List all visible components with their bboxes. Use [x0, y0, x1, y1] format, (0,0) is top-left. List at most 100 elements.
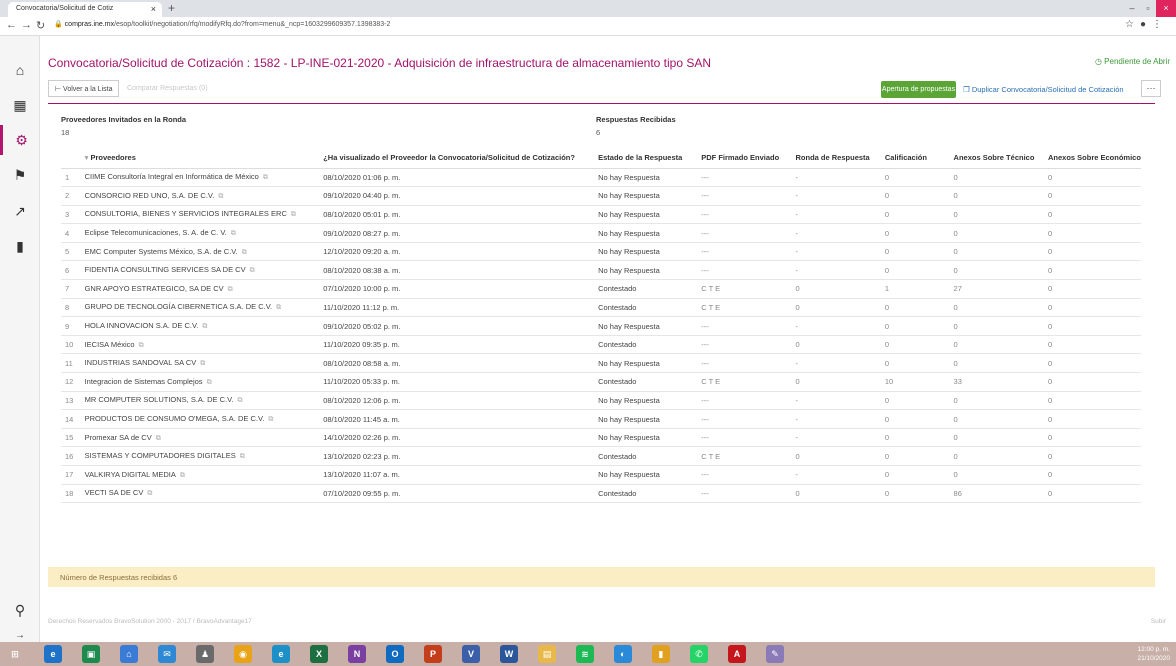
- supplier-name[interactable]: GRUPO DE TECNOLOGÍA CIBERNETICA S.A. DE …: [80, 298, 320, 318]
- external-link-icon[interactable]: ⧉: [263, 174, 268, 181]
- maximize-icon[interactable]: ▫: [1140, 0, 1156, 17]
- system-clock[interactable]: 12:00 p. m. 21/10/2020: [1137, 645, 1170, 663]
- window-close-icon[interactable]: ×: [1156, 0, 1176, 17]
- external-link-icon[interactable]: ⧉: [218, 193, 223, 200]
- profile-icon[interactable]: ●: [1140, 19, 1152, 30]
- supplier-name[interactable]: CIIME Consultoría Integral en Informátic…: [80, 168, 320, 188]
- supplier-name[interactable]: MR COMPUTER SOLUTIONS, S.A. DE C.V. ⧉: [80, 391, 320, 411]
- supplier-name[interactable]: FIDENTIA CONSULTING SERVICES SA DE CV ⧉: [80, 260, 320, 281]
- external-link-icon[interactable]: ⧉: [200, 360, 205, 367]
- table-row[interactable]: 10 IECISA México ⧉ 11/10/2020 09:35 p. m. Co…: [61, 335, 1141, 355]
- table-row[interactable]: 17 VALKIRYA DIGITAL MEDIA ⧉ 13/10/2020 11:0…: [61, 465, 1141, 485]
- table-row[interactable]: 4 Eclipse Telecomunicaciones, S. A. de C.…: [61, 223, 1141, 243]
- whatsapp-icon[interactable]: ✆: [690, 645, 708, 663]
- header-proveedores[interactable]: ▾ Proveedores: [80, 148, 320, 169]
- header-pdf[interactable]: PDF Firmado Enviado: [697, 148, 792, 169]
- table-row[interactable]: 18 VECTI SA DE CV ⧉ 07/10/2020 09:55 p. m. C…: [61, 484, 1141, 504]
- header-score[interactable]: Calificación: [880, 148, 950, 169]
- url-input[interactable]: 🔒 compras.ine.mx/esop/toolkit/negotiatio…: [54, 20, 390, 28]
- external-link-icon[interactable]: ⧉: [268, 416, 273, 423]
- table-row[interactable]: 3 CONSULTORIA, BIENES Y SERVICIOS INTEGRA…: [61, 205, 1141, 225]
- table-row[interactable]: 1 CIIME Consultoría Integral en Informáti…: [61, 168, 1141, 188]
- table-row[interactable]: 16 SISTEMAS Y COMPUTADORES DIGITALES ⧉ 13/1…: [61, 446, 1141, 466]
- external-link-icon[interactable]: ⧉: [202, 323, 207, 330]
- supplier-name[interactable]: CONSULTORIA, BIENES Y SERVICIOS INTEGRAL…: [80, 205, 320, 225]
- files-icon[interactable]: ▮: [652, 645, 670, 663]
- external-link-icon[interactable]: ⧉: [250, 267, 255, 274]
- onenote-icon[interactable]: N: [348, 645, 366, 663]
- store-icon[interactable]: ▣: [82, 645, 100, 663]
- minimize-icon[interactable]: –: [1124, 0, 1140, 17]
- home-app-icon[interactable]: ⌂: [120, 645, 138, 663]
- word-icon[interactable]: W: [500, 645, 518, 663]
- paint-icon[interactable]: ✎: [766, 645, 784, 663]
- header-state[interactable]: Estado de la Respuesta: [594, 148, 698, 169]
- edge-icon[interactable]: e: [272, 645, 290, 663]
- chrome-icon[interactable]: ◉: [234, 645, 252, 663]
- external-link-icon[interactable]: ⧉: [231, 230, 236, 237]
- table-row[interactable]: 12 Integracion de Sistemas Complejos ⧉ 11/1…: [61, 372, 1141, 392]
- supplier-name[interactable]: CONSORCIO RED UNO, S.A. DE C.V. ⧉: [80, 186, 320, 206]
- analytics-icon[interactable]: ↗: [0, 196, 40, 226]
- external-link-icon[interactable]: ⧉: [139, 342, 144, 349]
- header-tech[interactable]: Anexos Sobre Técnico: [949, 148, 1044, 169]
- open-proposals-button[interactable]: Apertura de propuestas: [881, 81, 956, 98]
- external-link-icon[interactable]: ⧉: [291, 211, 296, 218]
- supplier-name[interactable]: PRODUCTOS DE CONSUMO O'MEGA, S.A. DE C.V…: [80, 409, 320, 429]
- ie-icon[interactable]: e: [44, 645, 62, 663]
- external-link-icon[interactable]: ⧉: [147, 490, 152, 497]
- mail-icon[interactable]: ✉: [158, 645, 176, 663]
- browser-tab[interactable]: Convocatoria/Solicitud de Cotiz ×: [8, 2, 162, 17]
- supplier-name[interactable]: EMC Computer Systems México, S.A. de C.V…: [80, 242, 320, 262]
- table-row[interactable]: 6 FIDENTIA CONSULTING SERVICES SA DE CV ⧉ 0…: [61, 260, 1141, 281]
- external-link-icon[interactable]: ⧉: [207, 379, 212, 386]
- forward-arrow-icon[interactable]: →: [21, 19, 32, 31]
- folder-icon[interactable]: ▤: [538, 645, 556, 663]
- back-to-list-button[interactable]: ⊢ Volver a la Lista: [48, 80, 120, 97]
- table-row[interactable]: 11 INDUSTRIAS SANDOVAL SA CV ⧉ 08/10/2020 0…: [61, 353, 1141, 374]
- new-tab-icon[interactable]: +: [168, 1, 175, 15]
- table-row[interactable]: 7 GNR APOYO ESTRATEGICO, SA DE CV ⧉ 07/10/2…: [61, 279, 1141, 299]
- powerpoint-icon[interactable]: P: [424, 645, 442, 663]
- external-link-icon[interactable]: ⧉: [156, 435, 161, 442]
- table-row[interactable]: 15 Promexar SA de CV ⧉ 14/10/2020 02:26 p. …: [61, 428, 1141, 448]
- scroll-top-link[interactable]: Subir: [1151, 618, 1166, 625]
- menu-kebab-icon[interactable]: ⋮: [1152, 19, 1168, 30]
- supplier-name[interactable]: VALKIRYA DIGITAL MEDIA ⧉: [80, 465, 320, 485]
- visio-icon[interactable]: V: [462, 645, 480, 663]
- header-round[interactable]: Ronda de Respuesta: [791, 148, 881, 169]
- bookmark-star-icon[interactable]: ☆: [1125, 19, 1140, 30]
- person-icon[interactable]: ♟: [196, 645, 214, 663]
- supplier-name[interactable]: HOLA INNOVACION S.A. DE C.V. ⧉: [80, 316, 320, 336]
- external-link-icon[interactable]: ⧉: [242, 249, 247, 256]
- external-link-icon[interactable]: ⧉: [228, 286, 233, 293]
- supplier-name[interactable]: VECTI SA DE CV ⧉: [80, 484, 320, 504]
- suppliers-icon[interactable]: ⚑: [0, 160, 40, 190]
- browser2-icon[interactable]: ◐: [614, 645, 632, 663]
- reload-icon[interactable]: ↻: [36, 19, 45, 32]
- table-row[interactable]: 14 PRODUCTOS DE CONSUMO O'MEGA, S.A. DE C…: [61, 409, 1141, 429]
- table-row[interactable]: 9 HOLA INNOVACION S.A. DE C.V. ⧉ 09/10/2020…: [61, 316, 1141, 336]
- external-link-icon[interactable]: ⧉: [180, 472, 185, 479]
- external-link-icon[interactable]: ⧉: [276, 304, 281, 311]
- close-tab-icon[interactable]: ×: [151, 4, 156, 14]
- table-row[interactable]: 5 EMC Computer Systems México, S.A. de C.…: [61, 242, 1141, 262]
- dashboard-icon[interactable]: ▦: [0, 90, 40, 120]
- supplier-name[interactable]: Eclipse Telecomunicaciones, S. A. de C. …: [80, 223, 320, 243]
- table-row[interactable]: 2 CONSORCIO RED UNO, S.A. DE C.V. ⧉ 09/10/2…: [61, 186, 1141, 206]
- duplicate-button[interactable]: ❐ Duplicar Convocatoria/Solicitud de Cot…: [963, 85, 1124, 94]
- table-row[interactable]: 13 MR COMPUTER SOLUTIONS, S.A. DE C.V. ⧉ 08…: [61, 391, 1141, 411]
- supplier-name[interactable]: SISTEMAS Y COMPUTADORES DIGITALES ⧉: [80, 446, 320, 466]
- external-link-icon[interactable]: ⧉: [240, 453, 245, 460]
- header-viewed[interactable]: ¿Ha visualizado el Proveedor la Convocat…: [319, 148, 595, 169]
- excel-icon[interactable]: X: [310, 645, 328, 663]
- spotify-icon[interactable]: ≋: [576, 645, 594, 663]
- outlook-icon[interactable]: O: [386, 645, 404, 663]
- supplier-name[interactable]: Integracion de Sistemas Complejos ⧉: [80, 372, 320, 392]
- supplier-name[interactable]: IECISA México ⧉: [80, 335, 320, 355]
- home-icon[interactable]: ⌂: [0, 55, 40, 85]
- table-row[interactable]: 8 GRUPO DE TECNOLOGÍA CIBERNETICA S.A. DE…: [61, 298, 1141, 318]
- supplier-name[interactable]: GNR APOYO ESTRATEGICO, SA DE CV ⧉: [80, 279, 320, 299]
- negotiation-icon[interactable]: ⚙: [0, 125, 40, 155]
- windows-start-icon[interactable]: ⊞: [6, 645, 24, 663]
